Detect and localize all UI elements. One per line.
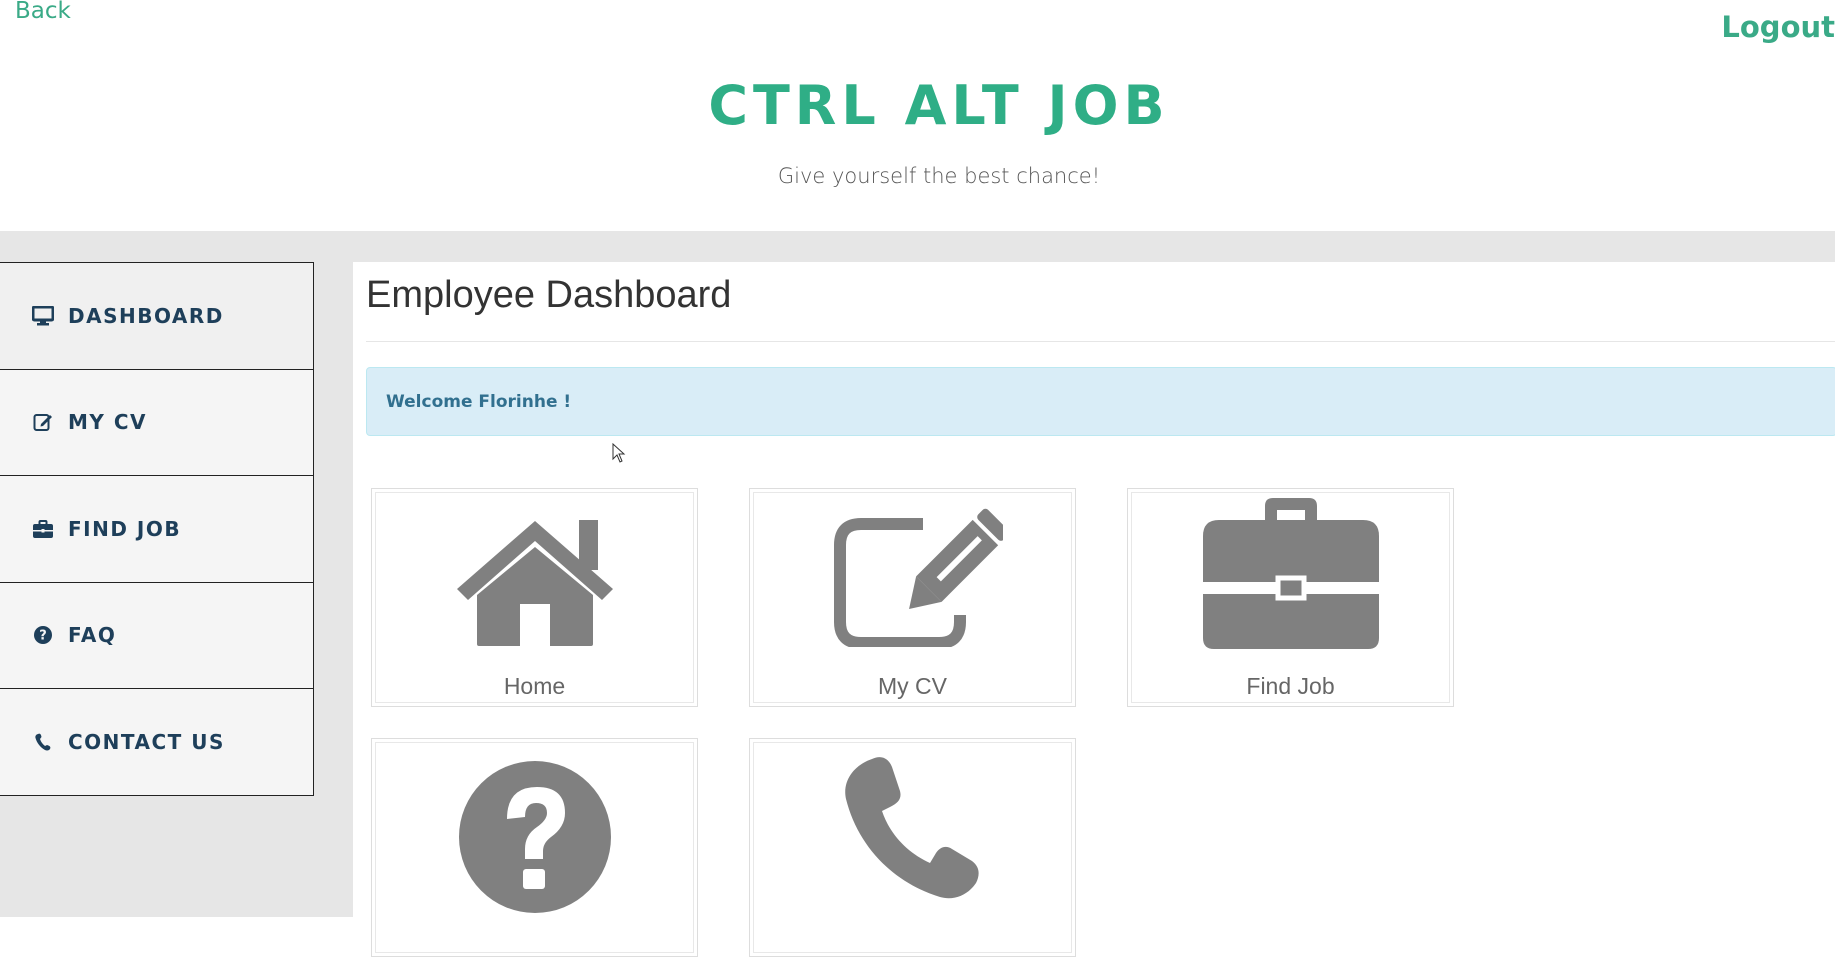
sidebar-item-faq[interactable]: ? FAQ (0, 581, 314, 689)
tile-my-cv[interactable]: My CV (749, 488, 1076, 707)
tile-label: My CV (878, 673, 947, 699)
site-title: CTRL ALT JOB (708, 74, 1170, 137)
svg-text:?: ? (39, 629, 47, 644)
logout-link[interactable]: Logout (1721, 10, 1835, 44)
tile-home[interactable]: Home (371, 488, 698, 707)
briefcase-icon (1202, 498, 1379, 649)
sidebar-item-find-job[interactable]: FIND JOB (0, 475, 314, 583)
briefcase-icon (32, 518, 54, 540)
tile-label: Find Job (1246, 673, 1335, 699)
sidebar-item-dashboard[interactable]: DASHBOARD (0, 262, 314, 370)
main-content: Employee Dashboard Welcome Florinhe ! Ho… (353, 262, 1835, 957)
sidebar-item-label: FAQ (68, 623, 117, 648)
site-tagline: Give yourself the best chance! (777, 164, 1101, 188)
edit-icon (833, 508, 1003, 647)
sidebar-item-my-cv[interactable]: MY CV (0, 368, 314, 476)
page-title: Employee Dashboard (366, 274, 732, 316)
tile-contact-us[interactable] (749, 738, 1076, 957)
phone-icon (844, 757, 979, 899)
question-circle-icon (458, 761, 611, 913)
welcome-alert: Welcome Florinhe ! (366, 367, 1835, 436)
mouse-cursor-icon (612, 443, 626, 463)
edit-icon (32, 411, 54, 433)
tile-find-job[interactable]: Find Job (1127, 488, 1454, 707)
sidebar-item-label: MY CV (68, 410, 148, 435)
welcome-message: Welcome Florinhe ! (386, 391, 572, 412)
sidebar-item-label: FIND JOB (68, 516, 182, 541)
phone-icon (32, 731, 54, 753)
title-divider (366, 341, 1835, 342)
home-icon (456, 520, 613, 646)
sidebar: DASHBOARD MY CV FIND JOB ? FAQ CONTACT U… (0, 262, 314, 796)
sidebar-item-contact-us[interactable]: CONTACT US (0, 688, 314, 796)
desktop-icon (32, 305, 54, 327)
tile-label: Home (503, 673, 566, 699)
tile-faq[interactable] (371, 738, 698, 957)
sidebar-item-label: DASHBOARD (68, 303, 224, 328)
sidebar-item-label: CONTACT US (68, 729, 225, 754)
back-link[interactable]: Back (15, 0, 71, 24)
question-circle-icon: ? (32, 624, 54, 646)
